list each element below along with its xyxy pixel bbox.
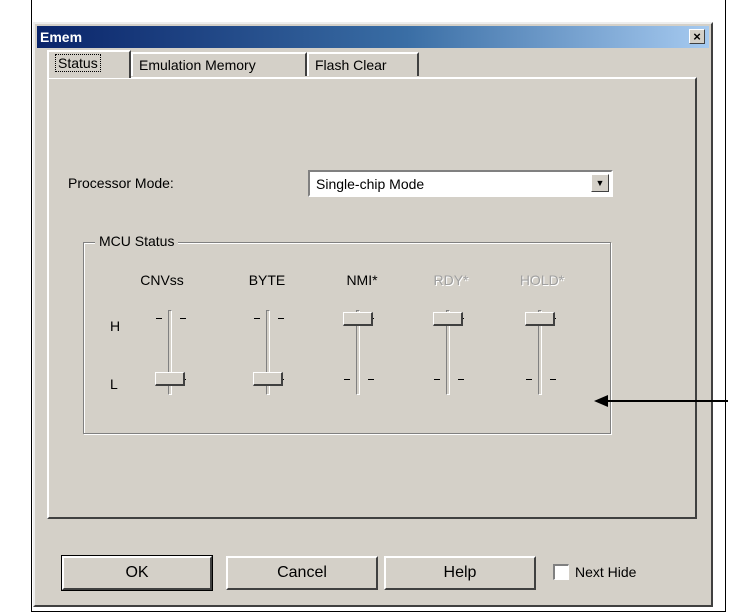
help-button[interactable]: Help — [384, 556, 536, 590]
slider-label-nmi: NMI* — [346, 272, 378, 288]
slider-thumb[interactable] — [155, 372, 185, 386]
high-tick — [156, 318, 162, 319]
ok-label: OK — [125, 564, 149, 581]
ok-button[interactable]: OK — [62, 556, 212, 590]
tab-flash-clear[interactable]: Flash Clear — [307, 52, 419, 76]
low-tick — [458, 379, 464, 380]
high-level-label: H — [110, 318, 121, 334]
low-level-label: L — [110, 376, 118, 392]
processor-mode-value: Single-chip Mode — [316, 176, 425, 192]
slider-label-hold: HOLD* — [519, 272, 565, 288]
tab-emulation-memory[interactable]: Emulation Memory — [131, 52, 307, 76]
title-bar[interactable]: Emem × — [37, 26, 709, 48]
mcu-status-label: MCU Status — [95, 233, 179, 249]
tab-status[interactable]: Status — [47, 50, 131, 78]
slider-label-byte: BYTE — [248, 272, 286, 288]
help-label: Help — [443, 564, 477, 581]
slider-thumb[interactable] — [433, 312, 463, 326]
cancel-button[interactable]: Cancel — [226, 556, 378, 590]
tab-label: Status — [55, 54, 101, 72]
annotation-arrow-head — [594, 395, 608, 407]
next-hide-label[interactable]: Next Hide — [575, 564, 636, 580]
processor-mode-label: Processor Mode: — [68, 175, 174, 191]
window-title: Emem — [40, 29, 83, 45]
processor-mode-select[interactable]: Single-chip Mode ▼ — [308, 170, 613, 197]
slider-label-cnvss: CNVss — [140, 272, 184, 288]
tab-label: Emulation Memory — [139, 57, 256, 73]
high-tick — [278, 318, 284, 319]
low-tick — [550, 379, 556, 380]
tab-label: Flash Clear — [315, 57, 387, 73]
low-tick — [344, 379, 350, 380]
high-tick — [254, 318, 260, 319]
close-icon: × — [693, 29, 701, 44]
annotation-arrow-line — [606, 400, 728, 402]
slider-label-rdy: RDY* — [433, 272, 469, 288]
low-tick — [368, 379, 374, 380]
low-tick — [526, 379, 532, 380]
close-button[interactable]: × — [689, 29, 705, 44]
mcu-status-group — [83, 242, 611, 434]
slider-thumb[interactable] — [253, 372, 283, 386]
cancel-label: Cancel — [277, 564, 327, 581]
slider-thumb[interactable] — [525, 312, 555, 326]
low-tick — [434, 379, 440, 380]
next-hide-checkbox[interactable] — [553, 564, 569, 580]
chevron-down-icon[interactable]: ▼ — [591, 174, 609, 192]
slider-thumb[interactable] — [343, 312, 373, 326]
high-tick — [180, 318, 186, 319]
